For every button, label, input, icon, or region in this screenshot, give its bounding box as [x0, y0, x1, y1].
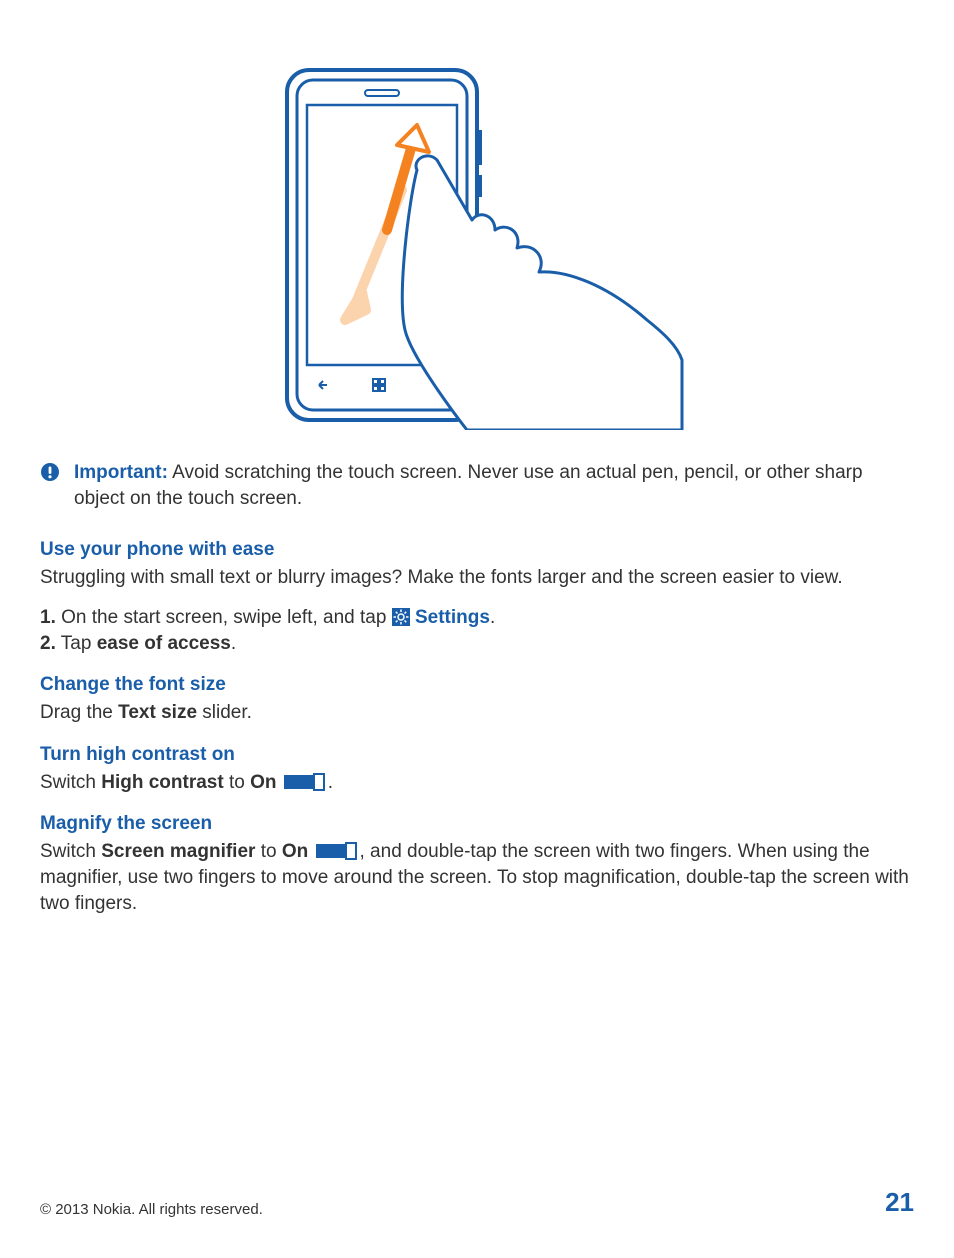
copyright-text: © 2013 Nokia. All rights reserved.	[40, 1201, 263, 1218]
step-1: 1. On the start screen, swipe left, and …	[40, 605, 914, 631]
settings-label: Settings	[415, 607, 490, 628]
magnify-body: Switch Screen magnifier to On , and doub…	[40, 839, 914, 916]
fontsize-body: Drag the Text size slider.	[40, 700, 914, 726]
page-footer: © 2013 Nokia. All rights reserved. 21	[40, 1187, 914, 1218]
important-text: Important: Avoid scratching the touch sc…	[74, 460, 914, 511]
section-heading-magnify: Magnify the screen	[40, 813, 914, 835]
alert-icon	[40, 462, 60, 482]
toggle-on-icon	[284, 773, 326, 791]
section-heading-contrast: Turn high contrast on	[40, 744, 914, 766]
important-body: Avoid scratching the touch screen. Never…	[74, 462, 863, 509]
important-notice: Important: Avoid scratching the touch sc…	[40, 460, 914, 511]
page-number: 21	[885, 1187, 914, 1218]
document-page: Important: Avoid scratching the touch sc…	[0, 0, 954, 1258]
important-label: Important:	[74, 462, 168, 483]
section-intro: Struggling with small text or blurry ima…	[40, 565, 914, 591]
toggle-on-icon	[316, 842, 358, 860]
step-2: 2. Tap ease of access.	[40, 631, 914, 657]
step-number: 2.	[40, 633, 56, 654]
phone-swipe-illustration	[40, 60, 914, 430]
settings-icon	[392, 608, 410, 626]
section-heading-fontsize: Change the font size	[40, 674, 914, 696]
section-heading-ease: Use your phone with ease	[40, 539, 914, 561]
step-number: 1.	[40, 607, 56, 628]
contrast-body: Switch High contrast to On .	[40, 770, 914, 796]
